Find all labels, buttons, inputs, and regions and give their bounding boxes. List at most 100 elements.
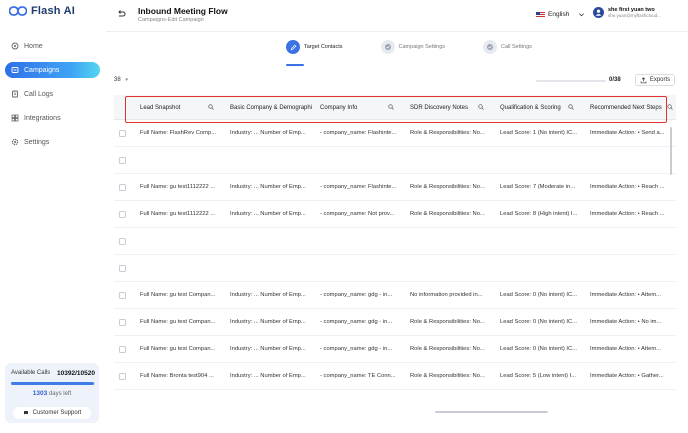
table-cell: Lead Score: 0 (No intent) IC... xyxy=(500,346,578,352)
language-selector[interactable]: English xyxy=(536,11,585,18)
row-checkbox[interactable] xyxy=(119,373,126,380)
user-info: she first yuan two she.yuan@myflashcloud… xyxy=(608,7,661,18)
row-checkbox[interactable] xyxy=(119,346,126,353)
table-row[interactable]: Full Name: Bronta test904 ... Industry: .… xyxy=(114,363,676,390)
table-cell xyxy=(320,147,404,173)
table-cell: Immediate Action: • No im... xyxy=(590,319,662,325)
sidebar: Flash AI Home Campaigns Call Logs Integr… xyxy=(0,0,106,433)
table-cell xyxy=(590,255,670,281)
page-size-select[interactable]: 38 ▾ xyxy=(114,77,128,83)
step-label: Campaign Settings xyxy=(398,44,446,50)
row-checkbox[interactable] xyxy=(119,130,126,137)
table-cell: Industry: ... Number of Emp... xyxy=(230,319,306,325)
table-row[interactable]: Full Name: gu test Compan... Industry: ..… xyxy=(114,282,676,309)
contacts-table: Lead Snapshot Basic Company & Demographi… xyxy=(114,95,676,413)
row-checkbox[interactable] xyxy=(119,292,126,299)
logo-text: Flash AI xyxy=(31,5,75,17)
column-label: Company Info xyxy=(320,104,358,111)
row-checkbox[interactable] xyxy=(119,319,126,326)
search-icon[interactable] xyxy=(568,104,574,110)
table-cell xyxy=(410,255,494,281)
table-cell xyxy=(140,255,224,281)
search-icon[interactable] xyxy=(667,104,673,110)
active-step-indicator xyxy=(286,64,304,66)
table-cell: Industry: ... Number of Emp... xyxy=(230,373,306,379)
export-label: Exports xyxy=(649,77,671,83)
table-cell: - company_name: Flashinte... xyxy=(320,184,397,190)
row-checkbox[interactable] xyxy=(119,211,126,218)
user-avatar-icon xyxy=(595,9,602,16)
vertical-scrollbar[interactable] xyxy=(670,127,672,175)
table-cell xyxy=(140,228,224,254)
horizontal-scrollbar[interactable] xyxy=(435,411,548,413)
column-header-next-steps[interactable]: Recommended Next Steps xyxy=(590,95,676,120)
column-header-basic-company[interactable]: Basic Company & Demographi xyxy=(230,95,320,120)
table-row[interactable]: Full Name: FlashRev Comp... Industry: ...… xyxy=(114,120,676,147)
page-size-value: 38 xyxy=(114,77,121,83)
table-cell: Role & Responsibilities: No... xyxy=(410,346,485,352)
search-icon[interactable] xyxy=(388,104,394,110)
column-header-sdr-notes[interactable]: SDR Discovery Notes xyxy=(410,95,494,120)
back-icon[interactable] xyxy=(116,9,126,19)
row-checkbox[interactable] xyxy=(119,184,126,191)
table-row[interactable]: Full Name: gu test1112222 ... Industry: .… xyxy=(114,201,676,228)
sidebar-item-home[interactable]: Home xyxy=(5,38,100,54)
table-cell xyxy=(320,228,404,254)
language-label: English xyxy=(548,11,570,18)
step-campaign-settings[interactable]: Campaign Settings xyxy=(380,40,446,54)
column-label: Recommended Next Steps xyxy=(590,104,662,111)
table-cell: Full Name: FlashRev Comp... xyxy=(140,130,217,136)
sidebar-nav: Home Campaigns Call Logs Integrations Se… xyxy=(5,38,100,158)
table-row[interactable]: Full Name: gu test Compan... Industry: ..… xyxy=(114,309,676,336)
customer-support-button[interactable]: Customer Support xyxy=(13,407,91,419)
customer-support-label: Customer Support xyxy=(32,410,82,416)
table-row[interactable] xyxy=(114,228,676,255)
available-calls-label: Available Calls xyxy=(11,370,51,376)
user-menu[interactable]: she first yuan two she.yuan@myflashcloud… xyxy=(593,7,661,18)
column-label: SDR Discovery Notes xyxy=(410,104,469,111)
table-cell xyxy=(230,255,314,281)
row-checkbox[interactable] xyxy=(119,157,126,164)
table-cell: - company_name: Not prov... xyxy=(320,211,395,217)
table-row[interactable]: Full Name: gu test1112222 ... Industry: .… xyxy=(114,174,676,201)
calls-progress-fill xyxy=(11,382,94,385)
table-cell: Industry: ... Number of Emp... xyxy=(230,130,306,136)
table-cell xyxy=(500,255,584,281)
table-cell: Full Name: gu test1112222 ... xyxy=(140,211,216,217)
table-cell: Role & Responsibilities: No... xyxy=(410,184,485,190)
row-checkbox[interactable] xyxy=(119,265,126,272)
settings-icon xyxy=(11,138,19,146)
table-cell: Full Name: gu test Compan... xyxy=(140,346,216,352)
app-window: Flash AI Home Campaigns Call Logs Integr… xyxy=(0,0,688,433)
export-button[interactable]: Exports xyxy=(635,74,675,86)
table-cell: Immediate Action: • Attem... xyxy=(590,292,661,298)
table-row[interactable] xyxy=(114,147,676,174)
export-icon xyxy=(640,76,647,83)
column-header-qualification[interactable]: Qualification & Scoring xyxy=(500,95,584,120)
breadcrumb: Campaigns-Edit Campaign xyxy=(138,17,204,23)
table-row[interactable]: Full Name: gu test Compan... Industry: ..… xyxy=(114,336,676,363)
table-cell: - company_name: gdg - in... xyxy=(320,319,393,325)
table-cell: Immediate Action: • Gather... xyxy=(590,373,664,379)
step-target-contacts[interactable]: Target Contacts xyxy=(286,40,343,54)
table-cell: No information provided in... xyxy=(410,292,483,298)
table-cell xyxy=(500,147,584,173)
search-icon[interactable] xyxy=(478,104,484,110)
column-header-lead-snapshot[interactable]: Lead Snapshot xyxy=(140,95,220,120)
sidebar-item-settings[interactable]: Settings xyxy=(5,134,100,150)
search-icon[interactable] xyxy=(208,104,214,110)
sidebar-item-campaigns[interactable]: Campaigns xyxy=(5,62,100,78)
selected-count: 0/38 xyxy=(609,77,621,83)
step-call-settings[interactable]: Call Settings xyxy=(483,40,532,54)
sidebar-item-label: Integrations xyxy=(24,114,61,122)
table-cell: Role & Responsibilities: No... xyxy=(410,373,485,379)
us-flag-icon xyxy=(536,11,545,18)
table-cell xyxy=(500,228,584,254)
sidebar-item-integrations[interactable]: Integrations xyxy=(5,110,100,126)
table-row[interactable] xyxy=(114,255,676,282)
sidebar-item-call-logs[interactable]: Call Logs xyxy=(5,86,100,102)
table-cell xyxy=(590,147,670,173)
table-cell: Full Name: gu test Compan... xyxy=(140,292,216,298)
row-checkbox[interactable] xyxy=(119,238,126,245)
column-header-company-info[interactable]: Company Info xyxy=(320,95,404,120)
